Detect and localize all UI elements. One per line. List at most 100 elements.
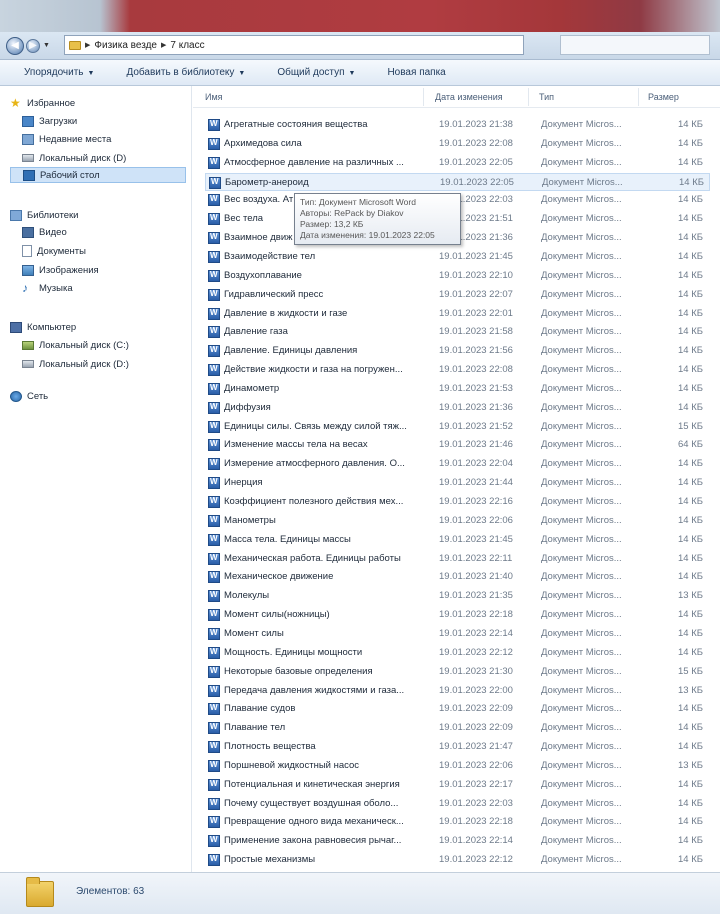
file-row[interactable]: Плавание тел 19.01.2023 22:09 Документ Mic… (205, 719, 710, 737)
column-divider[interactable] (638, 88, 639, 106)
sidebar-item-downloads[interactable]: Загрузки (22, 113, 77, 129)
file-row[interactable]: Взаимодействие тел 19.01.2023 21:45 Докуме… (205, 248, 710, 266)
file-row[interactable]: Передача давления жидкостями и газа... 19… (205, 682, 710, 700)
file-row[interactable]: Потенциальная и кинетическая энергия 19.0… (205, 776, 710, 794)
sidebar-item-network[interactable]: Сеть (10, 388, 48, 404)
file-row[interactable]: Воздухоплавание 19.01.2023 22:10 Документ … (205, 267, 710, 285)
file-type: Документ Micros... (541, 628, 622, 639)
file-row[interactable]: Гидравлический пресс 19.01.2023 22:07 Доку… (205, 286, 710, 304)
file-type: Документ Micros... (541, 232, 622, 243)
history-dropdown-icon[interactable]: ▼ (43, 42, 50, 49)
file-row[interactable]: Давление. Единицы давления 19.01.2023 21:… (205, 342, 710, 360)
file-size: 14 КБ (678, 232, 703, 243)
file-type: Документ Micros... (541, 289, 622, 300)
file-row[interactable]: Давление газа 19.01.2023 21:58 Документ Mi… (205, 323, 710, 341)
sidebar-item-video[interactable]: Видео (22, 224, 67, 240)
file-row[interactable]: Манометры 19.01.2023 22:06 Документ Micros… (205, 512, 710, 530)
sidebar-item-local-disk-c[interactable]: Локальный диск (C:) (22, 337, 129, 353)
file-name: Простые механизмы (224, 854, 316, 865)
file-type: Документ Micros... (541, 741, 622, 752)
file-name: Механическое движение (224, 571, 334, 582)
file-row[interactable]: Давление в жидкости и газе 19.01.2023 22:… (205, 305, 710, 323)
column-header-size[interactable]: Размер (648, 92, 679, 102)
word-document-icon (208, 383, 220, 395)
file-date: 19.01.2023 22:06 (439, 515, 513, 526)
sidebar-item-documents[interactable]: Документы (22, 243, 86, 259)
search-input[interactable] (560, 35, 710, 55)
column-divider[interactable] (528, 88, 529, 106)
sidebar-item-local-disk-d2[interactable]: Локальный диск (D:) (22, 356, 129, 372)
new-folder-button[interactable]: Новая папка (387, 67, 445, 78)
file-type: Документ Micros... (541, 515, 622, 526)
organize-button[interactable]: Упорядочить ▼ (24, 67, 94, 78)
file-row[interactable]: Простые механизмы 19.01.2023 22:12 Докумен… (205, 851, 710, 869)
file-row[interactable]: Атмосферное давление на различных ... 19.… (205, 154, 710, 172)
file-row[interactable]: Поршневой жидкостный насос 19.01.2023 22:… (205, 757, 710, 775)
window-title-bar[interactable] (0, 0, 720, 32)
file-row[interactable]: Динамометр 19.01.2023 21:53 Документ Micro… (205, 380, 710, 398)
tooltip-type: Тип: Документ Microsoft Word (300, 197, 416, 207)
address-bar[interactable]: ▶ Физика везде ▶ 7 класс (64, 35, 524, 55)
file-type: Документ Micros... (541, 609, 622, 620)
breadcrumb-item[interactable]: 7 класс (170, 40, 204, 51)
file-row[interactable]: Механическая работа. Единицы работы 19.01… (205, 550, 710, 568)
file-date: 19.01.2023 21:36 (439, 402, 513, 413)
file-row[interactable]: Архимедова сила 19.01.2023 22:08 Документ … (205, 135, 710, 153)
add-to-library-button[interactable]: Добавить в библиотеку ▼ (126, 67, 245, 78)
file-name: Измерение атмосферного давления. О... (224, 458, 405, 469)
file-size: 14 КБ (678, 741, 703, 752)
sidebar-item-desktop[interactable]: Рабочий стол (10, 167, 186, 183)
tooltip-authors: Авторы: RePack by Diakov (300, 208, 404, 218)
word-document-icon (208, 194, 220, 206)
file-row[interactable]: Механическое движение 19.01.2023 21:40 Док… (205, 568, 710, 586)
file-row[interactable]: Момент силы 19.01.2023 22:14 Документ Micr… (205, 625, 710, 643)
column-header-name[interactable]: Имя (205, 92, 223, 102)
sidebar-item-music[interactable]: ♪ Музыка (22, 280, 73, 296)
file-row[interactable]: Почему существует воздушная оболо... 19.0… (205, 795, 710, 813)
file-row[interactable]: Плавание судов 19.01.2023 22:09 Документ M… (205, 700, 710, 718)
file-row[interactable]: Изменение массы тела на весах 19.01.2023 … (205, 436, 710, 454)
sidebar-item-libraries[interactable]: Библиотеки (10, 207, 78, 223)
file-date: 19.01.2023 21:53 (439, 383, 513, 394)
sidebar-item-recent-places[interactable]: Недавние места (22, 131, 111, 147)
file-size: 14 КБ (678, 496, 703, 507)
file-row[interactable]: Коэффициент полезного действия мех... 19.… (205, 493, 710, 511)
back-button[interactable]: ◀ (6, 36, 24, 55)
file-date: 19.01.2023 22:11 (439, 553, 513, 564)
column-header-date[interactable]: Дата изменения (435, 92, 503, 102)
file-row[interactable]: Измерение атмосферного давления. О... 19.… (205, 455, 710, 473)
breadcrumb-separator-icon[interactable]: ▶ (161, 41, 166, 49)
sidebar-item-favorites[interactable]: ★ Избранное (10, 95, 75, 111)
file-row[interactable]: Единицы силы. Связь между силой тяж... 19… (205, 418, 710, 436)
file-row[interactable]: Мощность. Единицы мощности 19.01.2023 22:… (205, 644, 710, 662)
file-row[interactable]: Некоторые базовые определения 19.01.2023 … (205, 663, 710, 681)
breadcrumb-separator-icon[interactable]: ▶ (85, 41, 90, 49)
forward-button[interactable]: ▶ (26, 38, 40, 53)
file-date: 19.01.2023 21:45 (439, 251, 513, 262)
file-name: Некоторые базовые определения (224, 666, 373, 677)
sidebar-item-local-disk-d[interactable]: Локальный диск (D) (22, 150, 126, 166)
file-row[interactable]: Масса тела. Единицы массы 19.01.2023 21:4… (205, 531, 710, 549)
file-row[interactable]: Превращение одного вида механическ... 19.… (205, 813, 710, 831)
file-row[interactable]: Агрегатные состояния вещества 19.01.2023 … (205, 116, 710, 134)
breadcrumb-item[interactable]: Физика везде (94, 40, 157, 51)
column-divider[interactable] (423, 88, 424, 106)
file-row[interactable]: Действие жидкости и газа на погружен... 1… (205, 361, 710, 379)
file-name: Коэффициент полезного действия мех... (224, 496, 404, 507)
file-size: 14 КБ (678, 477, 703, 488)
file-row[interactable]: Молекулы 19.01.2023 21:35 Документ Micros.… (205, 587, 710, 605)
file-name: Плавание тел (224, 722, 286, 733)
sidebar-item-images[interactable]: Изображения (22, 262, 99, 278)
file-row[interactable]: Инерция 19.01.2023 21:44 Документ Micros..… (205, 474, 710, 492)
file-date: 19.01.2023 22:16 (439, 496, 513, 507)
file-row[interactable]: Диффузия 19.01.2023 21:36 Документ Micros.… (205, 399, 710, 417)
file-row[interactable]: Барометр-анероид 19.01.2023 22:05 Документ… (205, 173, 710, 191)
file-row[interactable]: Момент силы(ножницы) 19.01.2023 22:18 Доку… (205, 606, 710, 624)
file-row[interactable]: Плотность вещества 19.01.2023 21:47 Докуме… (205, 738, 710, 756)
file-row[interactable]: Применение закона равновесия рычаг... 19.… (205, 832, 710, 850)
word-document-icon (208, 779, 220, 791)
column-header-type[interactable]: Тип (539, 92, 554, 102)
command-toolbar: Упорядочить ▼ Добавить в библиотеку ▼ Общи… (0, 60, 720, 86)
sidebar-item-computer[interactable]: Компьютер (10, 319, 76, 335)
share-button[interactable]: Общий доступ ▼ (277, 67, 355, 78)
